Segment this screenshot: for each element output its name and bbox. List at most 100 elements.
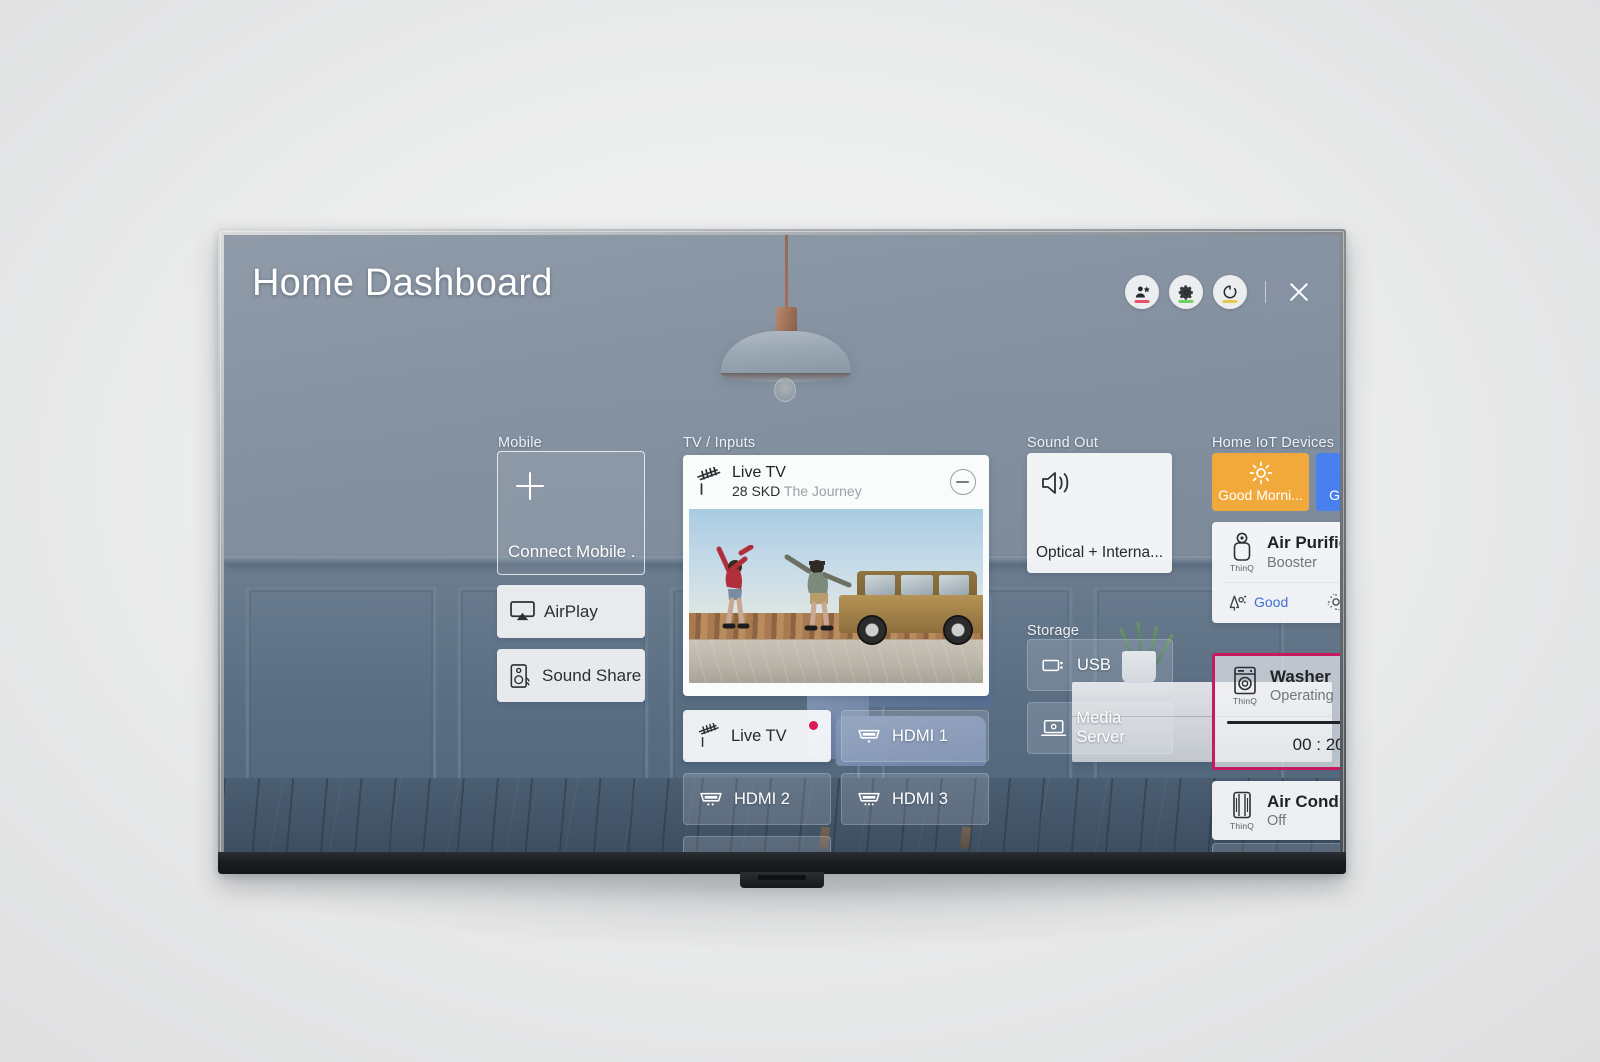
iot-device-air-purifier[interactable]: ThinQ Air Purifier Booster — [1212, 522, 1340, 623]
sun-icon — [1249, 461, 1272, 485]
brand-badge: ThinQ — [1228, 666, 1262, 706]
input-label: HDMI 2 — [734, 789, 790, 808]
device-text: Air Purifier Booster — [1267, 533, 1340, 572]
live-tv-preview-image — [689, 509, 983, 683]
close-icon[interactable] — [1284, 277, 1314, 307]
current-input-text: Live TV 28 SKD The Journey — [732, 464, 862, 501]
antenna-icon — [698, 723, 719, 748]
scene-good-morning[interactable]: Good Morni... — [1212, 453, 1309, 511]
washer-icon — [1234, 666, 1256, 695]
current-program: The Journey — [783, 483, 862, 500]
airplay-icon — [510, 601, 535, 621]
device-name: Washer — [1270, 666, 1331, 686]
scene-label: Good Night — [1329, 487, 1340, 503]
input-tile-hdmi-3[interactable]: HDMI 3 — [841, 773, 989, 825]
sound-share-tile[interactable]: Sound Share — [497, 649, 645, 702]
home-dashboard: Home Dashboard Mobile TV / Inputs Sound … — [224, 235, 1340, 852]
airplay-tile[interactable]: AirPlay — [497, 585, 645, 638]
iot-device-air-conditioner[interactable]: ThinQ Air Conditioner Off — [1212, 781, 1340, 840]
section-label-home-iot: Home IoT Devices — [1212, 435, 1335, 451]
brand-badge: ThinQ — [1225, 532, 1259, 573]
brand-label: ThinQ — [1232, 696, 1258, 706]
refresh-indicator-bar — [1222, 299, 1238, 303]
user-star-icon — [1135, 285, 1150, 297]
tv-stand-foot — [740, 872, 824, 888]
device-header: ThinQ Washer Operating — [1215, 656, 1340, 715]
media-server-icon — [1041, 719, 1067, 737]
plus-icon — [516, 472, 544, 500]
tv-bottom-bar — [218, 852, 1346, 874]
tv-drop-shadow — [250, 880, 1340, 950]
section-label-mobile: Mobile — [498, 435, 542, 451]
refresh-icon — [1223, 285, 1237, 299]
section-label-storage: Storage — [1027, 623, 1080, 639]
device-header: ThinQ Air Conditioner Off — [1212, 781, 1340, 840]
connect-mobile-tile[interactable]: Connect Mobile ... — [497, 451, 645, 575]
gear-icon — [1178, 284, 1193, 300]
device-header: ThinQ Air Purifier Booster — [1212, 522, 1340, 582]
device-state: Operating — [1270, 688, 1334, 705]
current-input-card[interactable]: Live TV 28 SKD The Journey — [683, 455, 989, 696]
refresh-button[interactable] — [1213, 275, 1247, 309]
airplay-label: AirPlay — [544, 601, 598, 621]
input-label: HDMI 1 — [892, 726, 948, 745]
device-state: Booster — [1267, 554, 1317, 571]
hdmi-icon — [700, 792, 722, 806]
tv-screen: Home Dashboard Mobile TV / Inputs Sound … — [224, 235, 1340, 852]
vehicle — [839, 570, 983, 645]
input-tile-hdmi-4[interactable]: HDMI 4 — [683, 836, 831, 852]
sound-out-label: Optical + Interna... — [1036, 544, 1164, 561]
input-tile-hdmi-2[interactable]: HDMI 2 — [683, 773, 831, 825]
device-text: Air Conditioner Off — [1267, 792, 1340, 831]
user-profile-button[interactable] — [1125, 275, 1159, 309]
air-quality-icon — [1229, 595, 1247, 611]
brand-label: ThinQ — [1229, 821, 1255, 831]
air-purifier-icon — [1233, 532, 1251, 561]
input-label: HDMI 3 — [892, 789, 948, 808]
sound-out-card[interactable]: Optical + Interna... — [1027, 453, 1172, 573]
device-header: ThinQ Fridge — [1213, 844, 1340, 852]
input-tile-live-tv[interactable]: Live TV — [683, 710, 831, 762]
current-input-sub: 28 SKD The Journey — [732, 482, 862, 500]
washer-remaining-time: 00 : 20 Remaining. — [1292, 734, 1340, 754]
section-label-tv-inputs: TV / Inputs — [683, 435, 756, 451]
usb-icon — [1042, 659, 1063, 672]
person-left — [716, 545, 754, 629]
stat-air-quality: Good — [1228, 593, 1288, 611]
iot-device-fridge[interactable]: ThinQ Fridge — [1212, 843, 1340, 852]
sound-share-icon — [510, 663, 530, 688]
air-quality-stats: Good — [1212, 583, 1340, 623]
header-actions — [1125, 275, 1314, 309]
minus-circle-icon[interactable] — [950, 469, 976, 495]
television: Home Dashboard Mobile TV / Inputs Sound … — [218, 229, 1346, 888]
storage-label: USB — [1077, 655, 1111, 674]
iot-device-washer[interactable]: ThinQ Washer Operating 00 : 20 Remaining… — [1212, 653, 1340, 770]
hdmi-icon — [858, 729, 880, 743]
input-tile-hdmi-1[interactable]: HDMI 1 — [841, 710, 989, 762]
air-conditioner-icon — [1233, 791, 1251, 819]
stat-value: Good — [1254, 594, 1289, 610]
hdmi-icon — [858, 792, 880, 806]
storage-tile-media-server[interactable]: Media Server — [1027, 702, 1173, 754]
input-label: Live TV — [731, 726, 787, 745]
settings-indicator-bar — [1178, 299, 1194, 303]
scene-good-night[interactable]: Good Night — [1316, 453, 1340, 511]
storage-label: Media Server — [1076, 709, 1125, 746]
current-input-title: Live TV — [732, 463, 786, 481]
speaker-icon — [1042, 472, 1069, 494]
storage-tile-usb[interactable]: USB — [1027, 639, 1173, 691]
washer-progress-bar — [1227, 721, 1340, 724]
current-input-header: Live TV 28 SKD The Journey — [683, 455, 989, 509]
brand-label: ThinQ — [1229, 563, 1255, 573]
settings-button[interactable] — [1169, 275, 1203, 309]
device-state: Off — [1267, 813, 1287, 830]
antenna-icon — [697, 467, 721, 495]
header-divider — [1265, 281, 1266, 303]
current-channel: 28 SKD — [732, 483, 781, 500]
profile-indicator-bar — [1134, 299, 1150, 303]
connect-mobile-label: Connect Mobile ... — [508, 542, 636, 561]
device-name: Air Conditioner — [1267, 791, 1340, 811]
device-name: Air Purifier — [1267, 533, 1340, 553]
section-label-sound-out: Sound Out — [1027, 435, 1099, 451]
scene-label: Good Morni... — [1218, 487, 1303, 503]
